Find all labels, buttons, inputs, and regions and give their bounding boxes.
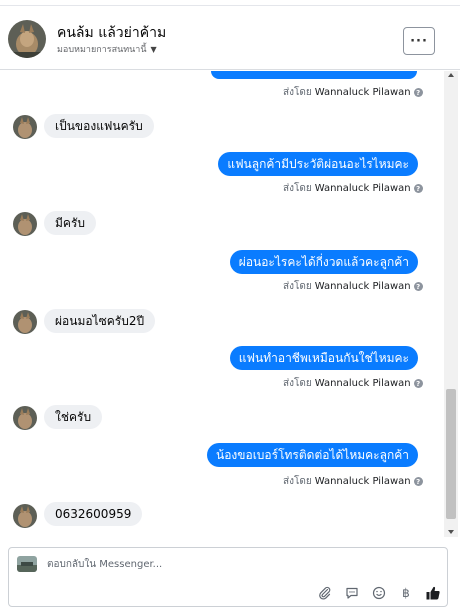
scrollbar-thumb[interactable] <box>446 389 456 519</box>
emoji-icon[interactable] <box>370 584 388 602</box>
sent-by-line: ส่งโดย Wannaluck Pilawan ? <box>283 279 423 294</box>
comment-icon[interactable] <box>343 584 361 602</box>
thumbs-up-icon[interactable] <box>424 584 442 602</box>
incoming-message: เป็นของแฟนครับ <box>44 114 154 138</box>
contact-avatar-small <box>13 115 37 139</box>
contact-avatar-small <box>13 406 37 430</box>
assign-conversation-dropdown[interactable]: มอบหมายการสนทนานี้ ▼ <box>57 42 157 56</box>
contact-avatar-small <box>13 504 37 528</box>
contact-name: คนล้ม แล้วย่าค้าม <box>57 25 167 41</box>
info-icon[interactable]: ? <box>413 88 423 97</box>
composer-toolbar: ฿ <box>316 584 442 602</box>
contact-avatar-small <box>13 212 37 236</box>
contact-avatar-small <box>13 310 37 334</box>
window-top-edge <box>0 0 460 6</box>
outgoing-message: น้องขอเบอร์โทรติดต่อได้ไหมคะลูกค้า <box>207 443 418 467</box>
contact-avatar[interactable] <box>8 20 46 58</box>
scroll-down-arrow-icon[interactable] <box>448 530 454 534</box>
scroll-up-arrow-icon[interactable] <box>448 73 454 77</box>
reply-input[interactable]: ตอบกลับใน Messenger... <box>47 557 162 572</box>
paperclip-icon[interactable] <box>316 584 334 602</box>
sent-by-line: ส่งโดย Wannaluck Pilawan ? <box>283 85 423 100</box>
sent-by-line: ส่งโดย Wannaluck Pilawan ? <box>283 376 423 391</box>
reply-composer[interactable]: ตอบกลับใน Messenger... ฿ <box>8 547 448 607</box>
more-options-button[interactable]: ··· <box>403 27 435 55</box>
incoming-message: ผ่อนมอไซครับ2ปี <box>44 309 156 333</box>
thread-scrollbar[interactable] <box>444 71 458 537</box>
outgoing-message: ผ่อนอะไรคะได้กี่งวดแล้วคะลูกค้า <box>229 250 418 274</box>
page-avatar <box>17 556 37 572</box>
conversation-header: คนล้ม แล้วย่าค้าม มอบหมายการสนทนานี้ ▼ ·… <box>0 8 460 70</box>
incoming-message: ใช่ครับ <box>44 405 103 429</box>
message-thread: ส่งโดย Wannaluck Pilawan ? เป็นของแฟนครั… <box>0 71 444 537</box>
incoming-message: มีครับ <box>44 211 96 235</box>
baht-icon[interactable]: ฿ <box>397 584 415 602</box>
info-icon[interactable]: ? <box>413 477 423 486</box>
info-icon[interactable]: ? <box>413 184 423 193</box>
info-icon[interactable]: ? <box>413 282 423 291</box>
caret-down-icon: ▼ <box>150 44 157 54</box>
outgoing-message: แฟนลูกค้ามีประวัติผ่อนอะไรไหมคะ <box>218 152 418 176</box>
sent-by-line: ส่งโดย Wannaluck Pilawan ? <box>283 181 423 196</box>
outgoing-message: แฟนทำอาชีพเหมือนกันใช่ไหมคะ <box>229 346 418 370</box>
incoming-message: 0632600959 <box>44 502 143 526</box>
sent-by-line: ส่งโดย Wannaluck Pilawan ? <box>283 474 423 489</box>
outgoing-message-partial <box>211 71 417 79</box>
info-icon[interactable]: ? <box>413 379 423 388</box>
assign-label: มอบหมายการสนทนานี้ <box>57 45 147 55</box>
